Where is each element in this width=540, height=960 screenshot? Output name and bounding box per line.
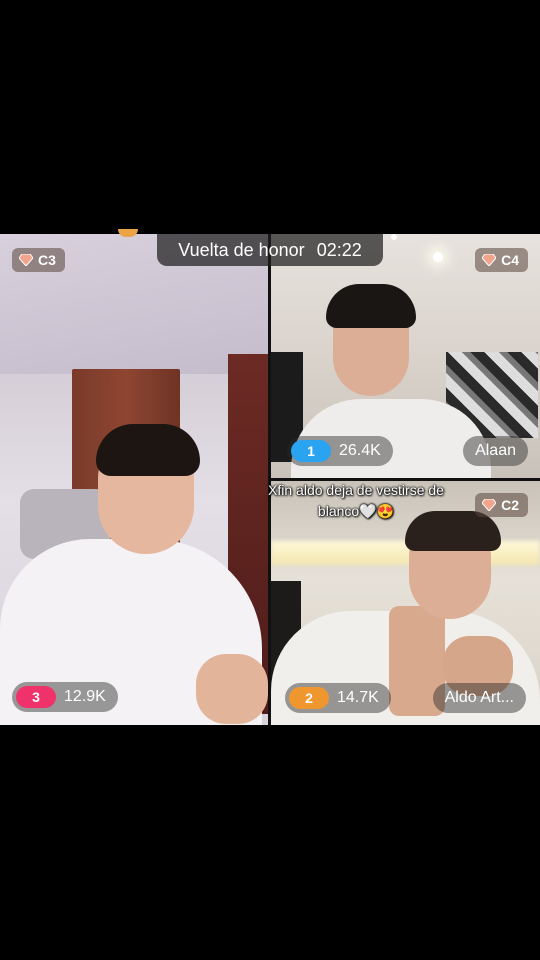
- scene-light: [433, 252, 443, 262]
- streamer-name-tag[interactable]: Aldo Art...: [432, 683, 526, 713]
- streamer-hand: [196, 654, 268, 724]
- round-timer-bar: Vuelta de honor 02:22: [157, 234, 383, 266]
- round-countdown: 02:22: [316, 239, 362, 260]
- score-pill-bottom-right: 2 14.7K: [285, 683, 391, 713]
- level-badge-left: C3: [12, 248, 65, 272]
- status-dot: [391, 234, 397, 240]
- level-badge-bottom-right: C2: [475, 493, 528, 517]
- caption-text: blanco: [317, 503, 360, 519]
- diamond-icon: [482, 254, 497, 266]
- caption-line-1: Xfin aldo deja de vestirse de: [268, 482, 444, 498]
- streamer-hair: [96, 424, 200, 476]
- level-badge-label: C2: [501, 497, 519, 513]
- streamer-hair: [326, 284, 416, 328]
- streamer-panel-top-right[interactable]: C4 1 26.4K Alaan: [271, 234, 540, 478]
- level-badge-label: C4: [501, 252, 519, 268]
- streamer-panel-left[interactable]: C3 3 12.9K: [0, 234, 268, 725]
- rank-chip: 1: [291, 440, 331, 462]
- score-value: 26.4K: [339, 442, 381, 459]
- rank-chip: 3: [16, 686, 56, 708]
- score-pill-left: 3 12.9K: [12, 682, 118, 712]
- level-badge-label: C3: [38, 252, 56, 268]
- streamer-name-tag[interactable]: Alaan: [463, 436, 528, 466]
- caption-line-2: blanco🤍😍: [256, 501, 456, 522]
- score-value: 14.7K: [337, 689, 379, 706]
- overlay-caption: Xfin aldo deja de vestirse de blanco🤍😍: [256, 480, 456, 522]
- rank-chip: 2: [289, 687, 329, 709]
- round-title: Vuelta de honor: [178, 239, 305, 260]
- caption-emojis: 🤍😍: [359, 503, 395, 519]
- score-pill-top-right: 1 26.4K: [287, 436, 393, 466]
- level-badge-top-right: C4: [475, 248, 528, 272]
- diamond-icon: [19, 254, 33, 266]
- score-value: 12.9K: [64, 688, 106, 705]
- diamond-icon: [482, 499, 497, 511]
